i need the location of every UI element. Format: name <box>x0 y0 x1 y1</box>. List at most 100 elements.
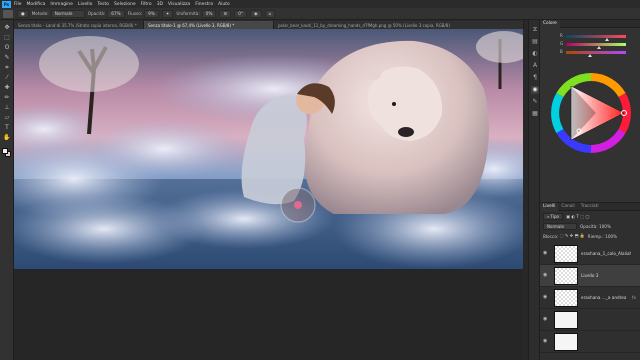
menu-file[interactable]: File <box>14 2 22 7</box>
tab-livelli[interactable]: Livelli <box>540 202 559 211</box>
search-icon: ⌕ <box>547 213 550 219</box>
history-icon[interactable]: ⧖ <box>531 26 539 34</box>
menu-modifica[interactable]: Modifica <box>27 2 46 7</box>
menu-immagine[interactable]: Immagine <box>50 2 73 7</box>
smoothing-gear-icon[interactable]: ⚙ <box>219 9 232 18</box>
foreground-color-swatch[interactable] <box>2 148 8 154</box>
right-panel: Colore R G B Livelli Canali Tracciati ⌕ … <box>540 19 640 360</box>
angle-field[interactable]: 0° <box>234 9 247 18</box>
layers-panel-tabs: Livelli Canali Tracciati <box>540 202 640 211</box>
color-panel-tabs: Colore <box>540 19 640 28</box>
layer-opacity-value[interactable]: 100% <box>599 224 611 229</box>
eraser-tool-icon[interactable]: ▱ <box>3 114 11 122</box>
brush-size-picker[interactable]: ● <box>17 9 29 18</box>
menu-livello[interactable]: Livello <box>78 2 92 7</box>
airbrush-icon[interactable]: ✦ <box>161 9 174 18</box>
opacity-label: Opacità: <box>87 11 106 16</box>
adjustments-icon[interactable]: ◐ <box>531 50 539 58</box>
layer-thumbnail <box>554 245 578 263</box>
green-slider[interactable]: G <box>560 41 632 49</box>
mode-label: Metodo: <box>31 11 49 16</box>
quick-select-tool-icon[interactable]: ✎ <box>3 54 11 62</box>
lock-row: Blocca: ⬚ ✎ ✥ ⬒ 🔒 Riemp.: 100% <box>540 231 640 241</box>
lasso-tool-icon[interactable]: ʘ <box>3 44 11 52</box>
swatches-icon[interactable]: ▦ <box>531 110 539 118</box>
opacity-field[interactable]: 67% <box>107 9 125 18</box>
clone-stamp-tool-icon[interactable]: ⊥ <box>3 104 11 112</box>
layer-opacity-label: Opacità: <box>580 223 598 229</box>
eye-icon[interactable]: ◉ <box>543 339 548 344</box>
layer-thumbnail <box>554 289 578 307</box>
layer-row[interactable]: ◉ <box>540 309 640 331</box>
tools-panel: ✥ ⬚ ʘ ✎ ⌗ ⁄ ✚ ✏ ⊥ ▱ T ✋ <box>0 20 14 360</box>
blend-mode-select[interactable]: Normale <box>50 9 85 18</box>
paragraph-icon[interactable]: ¶ <box>531 74 539 82</box>
document-tabs: Senza titolo - Land di 35.7% (Strato cop… <box>14 20 524 29</box>
options-bar: ● Metodo: Normale Opacità: 67% Flusso: 9… <box>0 8 640 20</box>
menu-finestra[interactable]: Finestra <box>195 2 213 7</box>
layer-blend-mode-select[interactable]: Normale <box>543 222 577 230</box>
layer-filter-select[interactable]: ⌕ Tipo <box>543 212 563 220</box>
tab-colore[interactable]: Colore <box>540 19 560 28</box>
move-tool-icon[interactable]: ✥ <box>3 24 11 32</box>
flow-field[interactable]: 9% <box>144 9 159 18</box>
collapsed-panels-strip: ⧖ ▤ ◐ A ¶ ◉ ✎ ▦ <box>528 20 540 360</box>
red-slider[interactable]: R <box>560 33 632 41</box>
eye-icon[interactable]: ◉ <box>543 251 548 256</box>
pressure-size-icon[interactable]: ◉ <box>249 9 262 18</box>
layer-row[interactable]: ◉ <box>540 331 640 353</box>
layers-panel: Livelli Canali Tracciati ⌕ Tipo ▣ ◐ T ⬚ … <box>540 202 640 360</box>
color-wheel[interactable] <box>546 58 636 168</box>
lock-icons[interactable]: ⬚ ✎ ✥ ⬒ 🔒 <box>560 233 585 239</box>
document-canvas[interactable] <box>14 29 523 269</box>
filter-pixel-icon[interactable]: ▣ ◐ T ⬚ ▢ <box>566 214 589 219</box>
tab-canali[interactable]: Canali <box>558 203 577 211</box>
red-slider-handle[interactable] <box>605 38 610 41</box>
fx-badge[interactable]: fx <box>632 295 636 300</box>
menu-visualizza[interactable]: Visualizza <box>168 2 190 7</box>
blend-row: Normale Opacità: 100% <box>540 221 640 231</box>
blue-slider-handle[interactable] <box>588 54 592 57</box>
lock-label: Blocca: <box>543 233 559 239</box>
color-wheel-icon[interactable]: ◉ <box>531 86 539 94</box>
symmetry-icon[interactable]: ⌂ <box>264 9 276 18</box>
character-icon[interactable]: A <box>531 62 539 70</box>
tab-document-3[interactable]: polar_bear_kauti_11_by_dreaming_hands_d7… <box>274 21 524 29</box>
eyedropper-tool-icon[interactable]: ⁄ <box>3 74 11 82</box>
properties-icon[interactable]: ▤ <box>531 38 539 46</box>
layer-row[interactable]: ◉ erashana ..._a andrea fx <box>540 287 640 309</box>
layer-mask-thumbnail <box>554 311 578 329</box>
blue-slider[interactable]: B <box>560 49 632 57</box>
tab-tracciati[interactable]: Tracciati <box>578 203 602 211</box>
brushes-icon[interactable]: ✎ <box>531 98 539 106</box>
canvas-area[interactable] <box>14 29 523 360</box>
crop-tool-icon[interactable]: ⌗ <box>3 64 11 72</box>
layer-row-selected[interactable]: ◉ Livello 3 <box>540 265 640 287</box>
layer-mask-thumbnail <box>554 333 578 351</box>
marquee-tool-icon[interactable]: ⬚ <box>3 34 11 42</box>
layer-name[interactable]: erashana ..._a andrea <box>581 295 626 300</box>
menu-aiuto[interactable]: Aiuto <box>218 2 230 7</box>
menu-selezione[interactable]: Selezione <box>114 2 136 7</box>
brush-preset-icon[interactable] <box>3 9 13 18</box>
menu-filtro[interactable]: Filtro <box>141 2 152 7</box>
eye-icon[interactable]: ◉ <box>543 317 548 322</box>
layer-name[interactable]: erashana_1_colo_Alaliah <box>581 251 631 256</box>
layer-name[interactable]: Livello 3 <box>581 273 598 278</box>
layer-filter-row: ⌕ Tipo ▣ ◐ T ⬚ ▢ <box>540 211 640 221</box>
menu-testo[interactable]: Testo <box>97 2 109 7</box>
eye-icon[interactable]: ◉ <box>543 295 548 300</box>
menu-3d[interactable]: 3D <box>157 2 163 7</box>
menu-bar: Ps File Modifica Immagine Livello Testo … <box>0 0 640 8</box>
healing-tool-icon[interactable]: ✚ <box>3 84 11 92</box>
brush-tool-icon[interactable]: ✏ <box>3 94 11 102</box>
layer-row[interactable]: ◉ erashana_1_colo_Alaliah <box>540 243 640 265</box>
tab-document-1[interactable]: Senza titolo - Land di 35.7% (Strato cop… <box>14 21 144 29</box>
fill-value[interactable]: 100% <box>605 234 617 239</box>
tab-document-2[interactable]: Senza titolo-1 @ 67,4% (Livello 3, RGB/8… <box>144 21 274 29</box>
smoothing-field[interactable]: 0% <box>201 9 217 18</box>
eye-icon[interactable]: ◉ <box>543 273 548 278</box>
text-tool-icon[interactable]: T <box>3 124 11 132</box>
hand-tool-icon[interactable]: ✋ <box>3 134 11 142</box>
green-slider-handle[interactable] <box>597 46 601 49</box>
